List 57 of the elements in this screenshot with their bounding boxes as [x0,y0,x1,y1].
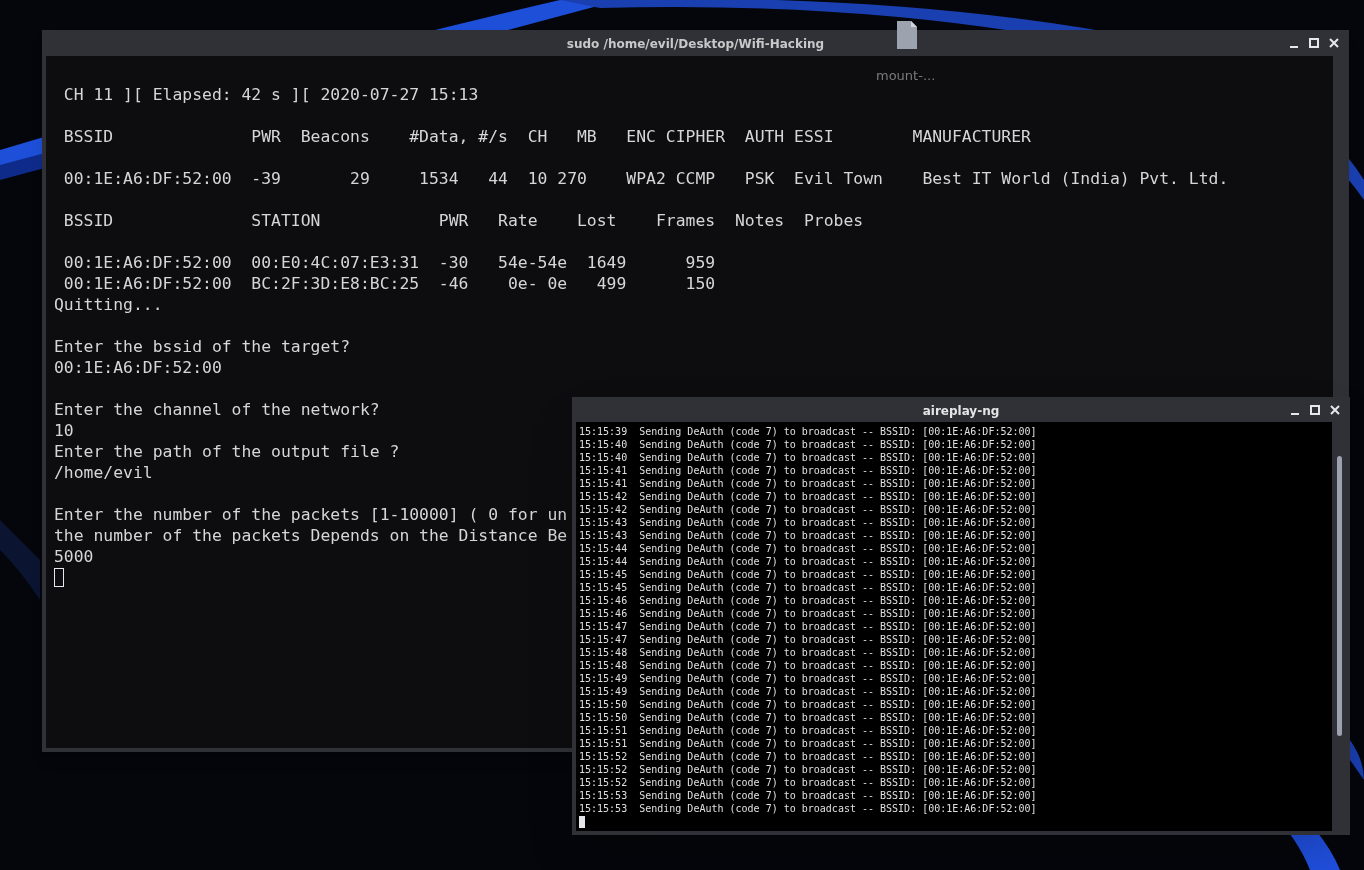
terminal-line: 15:15:43 Sending DeAuth (code 7) to broadcast -- BSSID: [00:1E:A6:DF:52:00] [579,516,1037,529]
window-title: aireplay-ng [922,403,1000,418]
terminal-line: 15:15:41 Sending DeAuth (code 7) to broadcast -- BSSID: [00:1E:A6:DF:52:00] [579,477,1037,490]
terminal-line: 15:15:44 Sending DeAuth (code 7) to broadcast -- BSSID: [00:1E:A6:DF:52:00] [579,555,1037,568]
terminal-line: 5000 [54,546,94,567]
window-title: sudo /home/evil/Desktop/Wifi-Hacking [566,37,825,51]
terminal-line: 15:15:52 Sending DeAuth (code 7) to broadcast -- BSSID: [00:1E:A6:DF:52:00] [579,776,1037,789]
text-cursor [579,816,585,828]
desktop-icon-label[interactable]: mount-... [876,68,936,83]
terminal-line: 15:15:48 Sending DeAuth (code 7) to broadcast -- BSSID: [00:1E:A6:DF:52:00] [579,646,1037,659]
terminal-line: 15:15:50 Sending DeAuth (code 7) to broadcast -- BSSID: [00:1E:A6:DF:52:00] [579,711,1037,724]
terminal-line: 00:1E:A6:DF:52:00 [54,357,222,378]
terminal-line: 15:15:41 Sending DeAuth (code 7) to broadcast -- BSSID: [00:1E:A6:DF:52:00] [579,464,1037,477]
terminal-line: Enter the path of the output file ? [54,441,400,462]
terminal-line: 10 [54,420,74,441]
terminal-line: 15:15:50 Sending DeAuth (code 7) to broadcast -- BSSID: [00:1E:A6:DF:52:00] [579,698,1037,711]
terminal-line: 00:1E:A6:DF:52:00 BC:2F:3D:E8:BC:25 -46 0e- 0e 499 150 [62,273,716,294]
terminal-line: Enter the channel of the network? [54,399,380,420]
terminal-line: Enter the bssid of the target? [54,336,351,357]
terminal-line: 15:15:52 Sending DeAuth (code 7) to broadcast -- BSSID: [00:1E:A6:DF:52:00] [579,750,1037,763]
terminal-line: the number of the packets Depends on the Distance Be [54,525,568,546]
maximize-icon[interactable] [1310,404,1320,415]
terminal-line: 15:15:52 Sending DeAuth (code 7) to broadcast -- BSSID: [00:1E:A6:DF:52:00] [579,763,1037,776]
terminal-line: 15:15:45 Sending DeAuth (code 7) to broadcast -- BSSID: [00:1E:A6:DF:52:00] [579,581,1037,594]
close-icon[interactable] [1330,404,1340,415]
terminal-line: 15:15:48 Sending DeAuth (code 7) to broadcast -- BSSID: [00:1E:A6:DF:52:00] [579,659,1037,672]
terminal-line: 15:15:49 Sending DeAuth (code 7) to broadcast -- BSSID: [00:1E:A6:DF:52:00] [579,685,1037,698]
terminal-line: 00:1E:A6:DF:52:00 00:E0:4C:07:E3:31 -30 54e-54e 1649 959 [62,252,716,273]
terminal-line: BSSID PWR Beacons #Data, #/s CH MB ENC CIPHER AUTH ESSI MANUFACTURER [62,126,1031,147]
scrollbar-thumb[interactable] [1336,456,1342,736]
terminal-line: BSSID STATION PWR Rate Lost Frames Notes Probes [62,210,864,231]
terminal-line: 00:1E:A6:DF:52:00 -39 29 1534 44 10 270 WPA2 CCMP PSK Evil Town Best IT World (India) Pvt. Ltd. [62,168,1229,189]
terminal-line: 15:15:53 Sending DeAuth (code 7) to broadcast -- BSSID: [00:1E:A6:DF:52:00] [579,802,1037,815]
terminal-line: 15:15:45 Sending DeAuth (code 7) to broadcast -- BSSID: [00:1E:A6:DF:52:00] [579,568,1037,581]
terminal-line: 15:15:40 Sending DeAuth (code 7) to broadcast -- BSSID: [00:1E:A6:DF:52:00] [579,438,1037,451]
file-icon[interactable] [896,20,918,50]
terminal-line: Quitting... [54,294,163,315]
terminal-line: 15:15:51 Sending DeAuth (code 7) to broadcast -- BSSID: [00:1E:A6:DF:52:00] [579,724,1037,737]
text-cursor [54,568,64,587]
terminal-line: 15:15:39 Sending DeAuth (code 7) to broadcast -- BSSID: [00:1E:A6:DF:52:00] [579,425,1037,438]
terminal-line: 15:15:49 Sending DeAuth (code 7) to broadcast -- BSSID: [00:1E:A6:DF:52:00] [579,672,1037,685]
terminal-line: 15:15:46 Sending DeAuth (code 7) to broadcast -- BSSID: [00:1E:A6:DF:52:00] [579,594,1037,607]
terminal-line: 15:15:44 Sending DeAuth (code 7) to broadcast -- BSSID: [00:1E:A6:DF:52:00] [579,542,1037,555]
terminal-line: 15:15:46 Sending DeAuth (code 7) to broadcast -- BSSID: [00:1E:A6:DF:52:00] [579,607,1037,620]
terminal-line: 15:15:42 Sending DeAuth (code 7) to broadcast -- BSSID: [00:1E:A6:DF:52:00] [579,503,1037,516]
terminal-line: 15:15:53 Sending DeAuth (code 7) to broadcast -- BSSID: [00:1E:A6:DF:52:00] [579,789,1037,802]
terminal-line: CH 11 ][ Elapsed: 42 s ][ 2020-07-27 15:13 [62,84,479,105]
terminal-line: 15:15:47 Sending DeAuth (code 7) to broadcast -- BSSID: [00:1E:A6:DF:52:00] [579,633,1037,646]
terminal-line: 15:15:43 Sending DeAuth (code 7) to broadcast -- BSSID: [00:1E:A6:DF:52:00] [579,529,1037,542]
close-icon[interactable] [1329,38,1339,48]
maximize-icon[interactable] [1309,38,1319,48]
terminal-line: 15:15:51 Sending DeAuth (code 7) to broadcast -- BSSID: [00:1E:A6:DF:52:00] [579,737,1037,750]
terminal-line: Enter the number of the packets [1-10000] ( 0 for un [54,504,568,525]
terminal-line: 15:15:40 Sending DeAuth (code 7) to broadcast -- BSSID: [00:1E:A6:DF:52:00] [579,451,1037,464]
terminal-line: 15:15:47 Sending DeAuth (code 7) to broadcast -- BSSID: [00:1E:A6:DF:52:00] [579,620,1037,633]
terminal-line: /home/evil [54,462,153,483]
terminal-line: 15:15:42 Sending DeAuth (code 7) to broadcast -- BSSID: [00:1E:A6:DF:52:00] [579,490,1037,503]
